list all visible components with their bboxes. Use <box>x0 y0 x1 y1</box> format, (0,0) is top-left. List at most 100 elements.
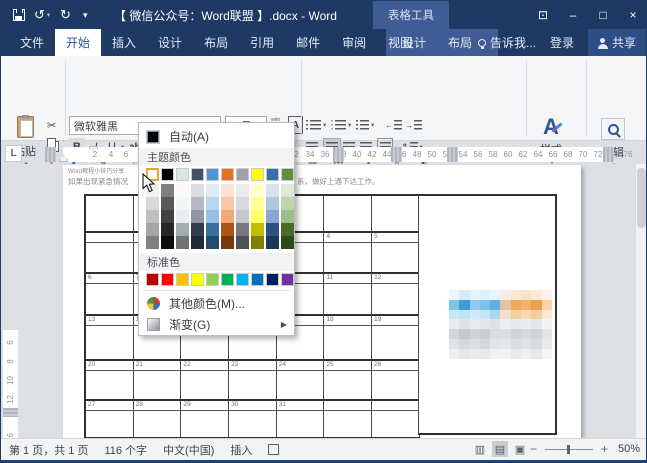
color-variant-swatch[interactable] <box>206 236 219 249</box>
color-variant-swatch[interactable] <box>251 210 264 223</box>
table-column-marker[interactable] <box>45 147 56 162</box>
standard-color-swatch[interactable] <box>251 273 264 286</box>
calendar-header-cell[interactable] <box>324 196 373 231</box>
color-variant-swatch[interactable] <box>191 184 204 197</box>
color-variant-swatch[interactable] <box>236 197 249 210</box>
calendar-day-cell[interactable] <box>324 243 373 272</box>
calendar-day-cell[interactable] <box>324 326 373 359</box>
color-variant-swatch[interactable] <box>251 184 264 197</box>
theme-color-swatch[interactable] <box>191 168 204 181</box>
decrease-indent-icon[interactable]: ← <box>385 116 402 134</box>
color-variant-swatch[interactable] <box>221 184 234 197</box>
calendar-day-number-cell[interactable]: 24 <box>276 359 325 371</box>
color-variant-swatch[interactable] <box>161 210 174 223</box>
color-variant-swatch[interactable] <box>191 236 204 249</box>
calendar-day-cell[interactable] <box>229 411 277 437</box>
horizontal-ruler[interactable]: L 24632343638404244464850525456586062646… <box>1 144 646 164</box>
calendar-day-cell[interactable] <box>324 371 373 399</box>
calendar-day-cell[interactable] <box>276 371 325 399</box>
calendar-day-cell[interactable] <box>324 411 373 437</box>
zoom-in-button[interactable]: + <box>599 442 610 456</box>
standard-color-swatch[interactable] <box>266 273 279 286</box>
standard-color-swatch[interactable] <box>191 273 204 286</box>
calendar-day-number-cell[interactable] <box>86 231 134 243</box>
calendar-day-cell[interactable] <box>86 284 134 314</box>
color-variant-swatch[interactable] <box>161 197 174 210</box>
tab-layout[interactable]: 布局 <box>193 29 239 56</box>
color-variant-swatch[interactable] <box>206 223 219 236</box>
color-variant-swatch[interactable] <box>221 236 234 249</box>
language-indicator[interactable]: 中文(中国) <box>163 442 214 458</box>
calendar-day-cell[interactable] <box>86 371 134 399</box>
increase-indent-icon[interactable]: → <box>405 116 422 134</box>
standard-color-swatch[interactable] <box>206 273 219 286</box>
calendar-day-cell[interactable] <box>372 411 420 437</box>
theme-color-swatch[interactable] <box>266 168 279 181</box>
color-variant-swatch[interactable] <box>146 210 159 223</box>
color-variant-swatch[interactable] <box>266 197 279 210</box>
minimize-button[interactable]: – <box>558 1 588 29</box>
table-row-marker[interactable] <box>3 408 18 417</box>
calendar-day-number-cell[interactable]: 20 <box>86 359 134 371</box>
calendar-day-number-cell[interactable]: 18 <box>324 314 373 326</box>
theme-color-swatch[interactable] <box>161 168 174 181</box>
color-variant-swatch[interactable] <box>281 184 294 197</box>
color-variant-swatch[interactable] <box>221 210 234 223</box>
calendar-day-number-cell[interactable]: 6 <box>86 272 134 284</box>
calendar-day-cell[interactable] <box>86 411 134 437</box>
color-variant-swatch[interactable] <box>236 236 249 249</box>
calendar-day-number-cell[interactable]: 31 <box>276 399 325 411</box>
tab-selector[interactable]: L <box>5 145 22 162</box>
table-column-marker[interactable] <box>603 147 614 162</box>
undo-icon[interactable]: ↺ ▾ <box>34 1 50 29</box>
calendar-day-number-cell[interactable]: 23 <box>229 359 277 371</box>
calendar-day-number-cell[interactable]: 27 <box>86 399 134 411</box>
color-variant-swatch[interactable] <box>176 210 189 223</box>
calendar-day-cell[interactable] <box>372 326 420 359</box>
standard-color-swatch[interactable] <box>236 273 249 286</box>
tab-review[interactable]: 审阅 <box>331 29 377 56</box>
calendar-day-number-cell[interactable]: 28 <box>133 399 182 411</box>
save-icon[interactable] <box>13 9 25 21</box>
insert-mode-indicator[interactable]: 插入 <box>230 442 252 458</box>
calendar-day-number-cell[interactable]: 12 <box>372 272 420 284</box>
color-variant-swatch[interactable] <box>161 223 174 236</box>
theme-color-swatch[interactable] <box>236 168 249 181</box>
calendar-day-number-cell[interactable]: 13 <box>86 314 134 326</box>
zoom-slider[interactable] <box>544 444 593 454</box>
standard-color-swatch[interactable] <box>221 273 234 286</box>
calendar-day-number-cell[interactable]: 26 <box>372 359 420 371</box>
share-button[interactable]: 共享 <box>587 29 646 56</box>
calendar-day-cell[interactable] <box>86 243 134 272</box>
calendar-day-number-cell[interactable]: 21 <box>133 359 182 371</box>
color-variant-swatch[interactable] <box>236 210 249 223</box>
theme-color-swatch[interactable] <box>251 168 264 181</box>
zoom-out-button[interactable]: − <box>528 442 539 456</box>
calendar-header-cell[interactable] <box>86 196 134 231</box>
calendar-day-number-cell[interactable]: 25 <box>324 359 373 371</box>
zoom-level[interactable]: 50% <box>618 443 640 455</box>
tab-references[interactable]: 引用 <box>239 29 285 56</box>
table-column-marker[interactable] <box>391 147 402 162</box>
color-variant-swatch[interactable] <box>266 223 279 236</box>
color-variant-swatch[interactable] <box>146 236 159 249</box>
calendar-day-number-cell[interactable]: 22 <box>181 359 230 371</box>
color-variant-swatch[interactable] <box>191 197 204 210</box>
calendar-day-cell[interactable] <box>372 243 420 272</box>
tell-me-button[interactable]: 告诉我... <box>477 34 536 51</box>
color-variant-swatch[interactable] <box>251 197 264 210</box>
zoom-slider-thumb[interactable] <box>566 444 570 454</box>
ribbon-display-options-icon[interactable]: ⊡ <box>528 1 558 29</box>
calendar-day-cell[interactable] <box>133 411 182 437</box>
tab-home[interactable]: 开始 <box>55 29 102 56</box>
close-button[interactable]: × <box>618 1 646 29</box>
color-variant-swatch[interactable] <box>281 197 294 210</box>
calendar-day-cell[interactable] <box>133 371 182 399</box>
calendar-day-number-cell[interactable]: 29 <box>181 399 230 411</box>
calendar-day-cell[interactable] <box>181 371 230 399</box>
tab-table-design[interactable]: 设计 <box>391 29 437 56</box>
scrollbar-thumb[interactable] <box>637 168 646 228</box>
theme-color-swatch[interactable] <box>206 168 219 181</box>
calendar-day-cell[interactable] <box>372 371 420 399</box>
maximize-button[interactable]: □ <box>588 1 618 29</box>
